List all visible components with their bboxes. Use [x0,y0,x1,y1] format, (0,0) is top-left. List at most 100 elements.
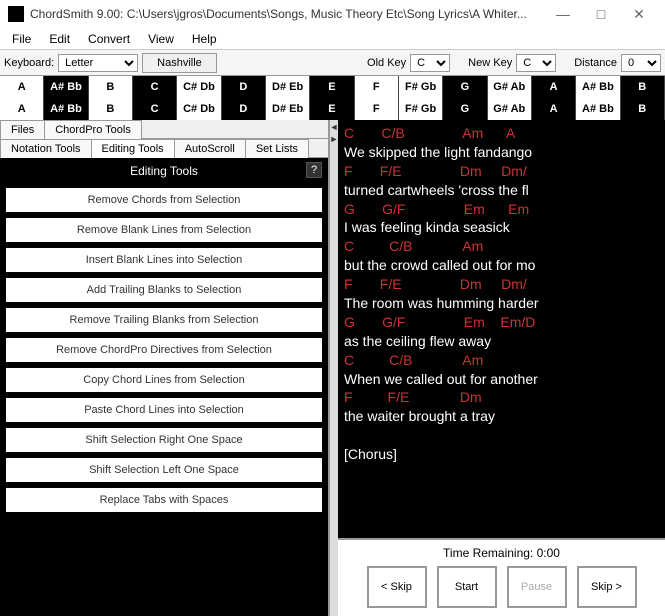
toolbar: Keyboard: Letter Nashville Old Key C New… [0,50,665,76]
lyric-line: turned cartwheels 'cross the fl [344,181,659,200]
piano-key[interactable]: F [355,98,399,120]
piano-key[interactable]: G [443,98,487,120]
piano-key[interactable]: C# Db [177,76,221,98]
window-title: ChordSmith 9.00: C:\Users\jgros\Document… [30,7,545,21]
oldkey-select[interactable]: C [410,54,450,72]
tab-set-lists[interactable]: Set Lists [245,139,309,158]
piano-key[interactable]: A# Bb [576,76,620,98]
piano-key[interactable]: G [443,76,487,98]
menu-file[interactable]: File [4,30,39,48]
editing-actions-list: Remove Chords from Selection Remove Blank… [0,184,328,616]
piano-row-1: AA# BbBCC# DbDD# EbEFF# GbGG# AbAA# BbB [0,76,665,98]
start-button[interactable]: Start [437,566,497,608]
splitter[interactable]: ◄ ► [330,120,338,616]
chord-line: G G/F Em Em/D [344,313,659,332]
piano-key[interactable]: C [133,98,177,120]
action-button[interactable]: Remove Blank Lines from Selection [6,218,322,242]
time-remaining-label: Time Remaining: 0:00 [342,544,661,562]
maximize-button[interactable]: □ [583,2,619,26]
action-button[interactable]: Remove Trailing Blanks from Selection [6,308,322,332]
piano-key[interactable]: D# Eb [266,98,310,120]
piano-key[interactable]: D# Eb [266,76,310,98]
piano-row-2: AA# BbBCC# DbDD# EbEFF# GbGG# AbAA# BbB [0,98,665,120]
editing-header-label: Editing Tools [130,164,198,178]
titlebar: ChordSmith 9.00: C:\Users\jgros\Document… [0,0,665,28]
action-button[interactable]: Replace Tabs with Spaces [6,488,322,512]
tab-notation-tools[interactable]: Notation Tools [0,139,92,158]
chord-line: C C/B Am A [344,124,659,143]
piano-key[interactable]: C# Db [177,98,221,120]
lyric-line: The room was humming harder [344,294,659,313]
menu-view[interactable]: View [140,30,182,48]
keyboard-select[interactable]: Letter [58,54,138,72]
chord-line: C C/B Am [344,237,659,256]
piano-key[interactable]: A [532,98,576,120]
distance-select[interactable]: 0 [621,54,661,72]
chord-line: F F/E Dm [344,388,659,407]
skip-next-button[interactable]: Skip > [577,566,637,608]
oldkey-label: Old Key [367,57,406,69]
menubar: File Edit Convert View Help [0,28,665,50]
piano-key[interactable]: A# Bb [44,76,88,98]
action-button[interactable]: Copy Chord Lines from Selection [6,368,322,392]
pause-button[interactable]: Pause [507,566,567,608]
newkey-select[interactable]: C [516,54,556,72]
piano-key[interactable]: G# Ab [488,98,532,120]
skip-prev-button[interactable]: < Skip [367,566,427,608]
action-button[interactable]: Remove ChordPro Directives from Selectio… [6,338,322,362]
piano-key[interactable]: B [621,98,665,120]
piano-key[interactable]: F# Gb [399,98,443,120]
piano-key[interactable]: B [621,76,665,98]
piano-key[interactable]: E [310,76,354,98]
piano-key[interactable]: A [532,76,576,98]
tab-editing-tools[interactable]: Editing Tools [91,139,175,158]
lyric-line: We skipped the light fandango [344,143,659,162]
action-button[interactable]: Insert Blank Lines into Selection [6,248,322,272]
action-button[interactable]: Remove Chords from Selection [6,188,322,212]
chord-line: F F/E Dm Dm/ [344,162,659,181]
piano-key[interactable]: B [89,76,133,98]
tab-row-1: FilesChordPro Tools [0,120,328,139]
action-button[interactable]: Shift Selection Right One Space [6,428,322,452]
menu-help[interactable]: Help [184,30,225,48]
app-icon [8,6,24,22]
playback-bar: Time Remaining: 0:00 < Skip Start Pause … [338,538,665,616]
lyric-line: as the ceiling flew away [344,332,659,351]
piano-key[interactable]: C [133,76,177,98]
editing-header: Editing Tools ? [0,158,328,184]
piano-key[interactable]: B [89,98,133,120]
piano-key[interactable]: F [355,76,399,98]
minimize-button[interactable]: — [545,2,581,26]
action-button[interactable]: Paste Chord Lines into Selection [6,398,322,422]
piano-key[interactable]: D [222,98,266,120]
newkey-label: New Key [468,57,512,69]
piano-key[interactable]: E [310,98,354,120]
lyric-line: but the crowd called out for mo [344,256,659,275]
chord-line: C C/B Am [344,351,659,370]
action-button[interactable]: Add Trailing Blanks to Selection [6,278,322,302]
tab-files[interactable]: Files [0,120,45,139]
action-button[interactable]: Shift Selection Left One Space [6,458,322,482]
help-icon[interactable]: ? [306,162,322,178]
piano-key[interactable]: A# Bb [576,98,620,120]
menu-convert[interactable]: Convert [80,30,138,48]
nashville-button[interactable]: Nashville [142,53,217,73]
piano-key[interactable]: F# Gb [399,76,443,98]
menu-edit[interactable]: Edit [41,30,78,48]
lyrics-view[interactable]: C C/B Am AWe skipped the light fandangoF… [338,120,665,538]
lyric-line: [Chorus] [344,445,659,464]
tab-chordpro-tools[interactable]: ChordPro Tools [44,120,142,139]
right-panel: C C/B Am AWe skipped the light fandangoF… [338,120,665,616]
piano-key[interactable]: A# Bb [44,98,88,120]
piano-key[interactable]: D [222,76,266,98]
tab-row-2: Notation ToolsEditing ToolsAutoScrollSet… [0,139,328,158]
chord-line: G G/F Em Em [344,200,659,219]
lyric-line: I was feeling kinda seasick [344,218,659,237]
tab-autoscroll[interactable]: AutoScroll [174,139,246,158]
piano-key[interactable]: A [0,76,44,98]
lyric-line: When we called out for another [344,370,659,389]
distance-label: Distance [574,57,617,69]
piano-key[interactable]: A [0,98,44,120]
piano-key[interactable]: G# Ab [488,76,532,98]
close-button[interactable]: ✕ [621,2,657,26]
